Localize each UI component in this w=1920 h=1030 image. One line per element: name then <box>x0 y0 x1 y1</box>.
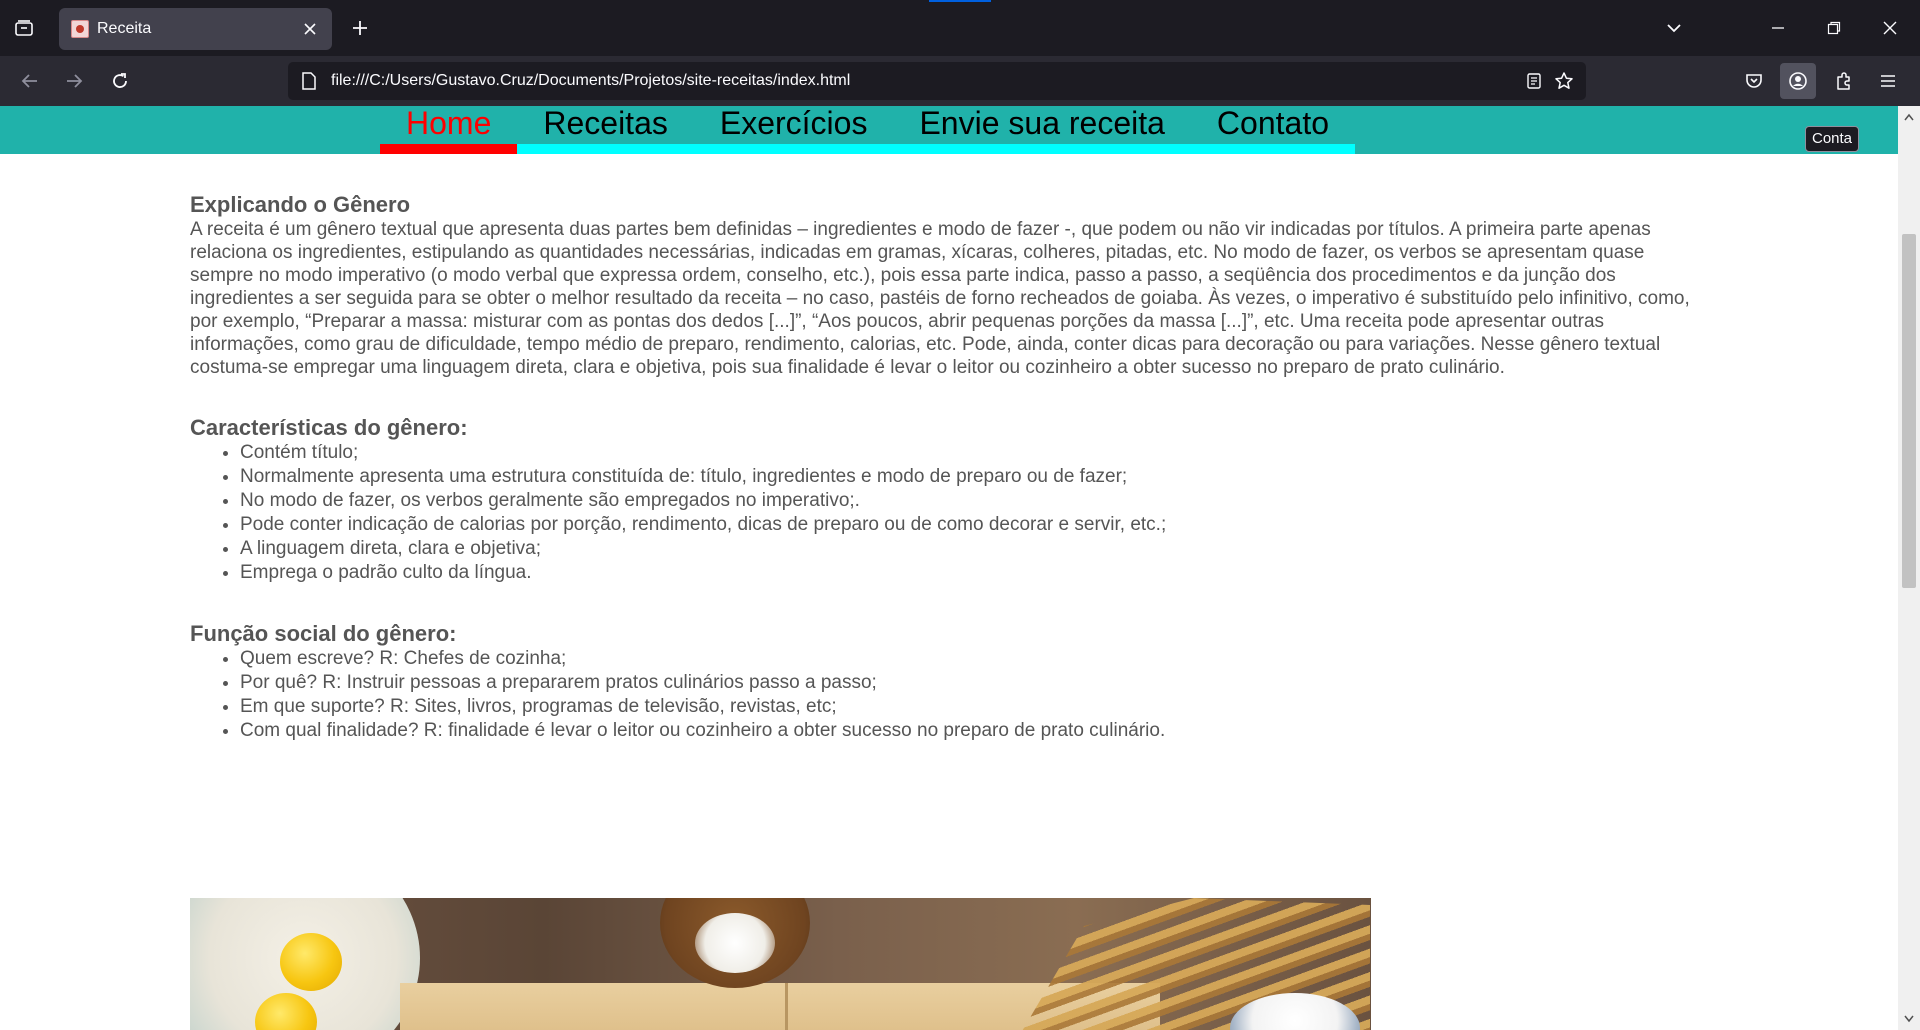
characteristics-list: Contém título; Normalmente apresenta uma… <box>240 441 1700 585</box>
recipe-hero-image <box>190 898 1371 1030</box>
reader-view-button[interactable] <box>1520 67 1548 95</box>
back-arrow-icon <box>21 74 37 88</box>
restore-icon <box>1827 21 1841 35</box>
nav-link-exercicios[interactable]: Exercícios <box>694 106 894 144</box>
list-item: Quem escreve? R: Chefes de cozinha; <box>240 647 1700 671</box>
menu-icon <box>1881 75 1895 87</box>
nav-link-contato[interactable]: Contato <box>1191 106 1355 144</box>
list-item: Por quê? R: Instruir pessoas a preparare… <box>240 671 1700 695</box>
salt-pile <box>695 913 775 973</box>
account-button[interactable] <box>1780 63 1816 99</box>
egg-yolk <box>280 933 342 991</box>
social-function-list: Quem escreve? R: Chefes de cozinha; Por … <box>240 647 1700 743</box>
forward-button[interactable] <box>56 63 92 99</box>
page-icon <box>300 72 318 90</box>
navigation-toolbar: file:///C:/Users/Gustavo.Cruz/Documents/… <box>0 56 1920 106</box>
scrollbar-thumb[interactable] <box>1902 234 1916 588</box>
favicon-icon <box>71 20 89 38</box>
tab-list-icon <box>14 18 34 38</box>
scroll-up-icon <box>1904 113 1914 121</box>
site-nav: Home Receitas Exercícios Envie sua recei… <box>380 106 1355 154</box>
chevron-down-icon <box>1667 24 1681 33</box>
social-function-title: Função social do gênero: <box>190 621 457 646</box>
list-item: Normalmente apresenta uma estrutura cons… <box>240 465 1700 489</box>
account-tooltip: Conta <box>1805 126 1860 152</box>
page-viewport: Home Receitas Exercícios Envie sua recei… <box>0 106 1898 1030</box>
list-item: Contém título; <box>240 441 1700 465</box>
plus-icon <box>353 21 367 35</box>
social-function-section: Função social do gênero: Quem escreve? R… <box>190 621 1700 743</box>
url-text[interactable]: file:///C:/Users/Gustavo.Cruz/Documents/… <box>331 72 850 90</box>
list-item: Emprega o padrão culto da língua. <box>240 561 1700 585</box>
characteristics-section: Características do gênero: Contém título… <box>190 415 1700 585</box>
extensions-button[interactable] <box>1826 63 1862 99</box>
loading-indicator <box>929 0 991 2</box>
scroll-down-button[interactable] <box>1898 1008 1920 1030</box>
new-tab-button[interactable] <box>344 12 376 44</box>
tab-close-button[interactable] <box>298 17 322 41</box>
tab-title: Receita <box>97 20 152 37</box>
account-icon <box>1789 72 1807 90</box>
nav-link-envie-receita[interactable]: Envie sua receita <box>893 106 1190 144</box>
reload-icon <box>113 73 127 88</box>
reload-button[interactable] <box>102 63 138 99</box>
site-header: Home Receitas Exercícios Envie sua recei… <box>0 106 1898 154</box>
restore-button[interactable] <box>1814 8 1854 48</box>
nav-link-receitas[interactable]: Receitas <box>517 106 694 144</box>
forward-arrow-icon <box>67 74 83 88</box>
list-all-tabs-button[interactable] <box>1654 8 1694 48</box>
dough-fold <box>785 983 788 1030</box>
pocket-button[interactable] <box>1736 63 1772 99</box>
bookmark-button[interactable] <box>1550 67 1578 95</box>
main-content: Explicando o Gênero A receita é um gêner… <box>190 192 1700 779</box>
back-button[interactable] <box>12 63 48 99</box>
characteristics-title: Características do gênero: <box>190 415 468 440</box>
browser-tab[interactable]: Receita <box>59 8 332 50</box>
scroll-up-button[interactable] <box>1898 106 1920 128</box>
reader-view-icon <box>1527 73 1541 89</box>
pocket-icon <box>1746 74 1762 88</box>
genre-section: Explicando o Gênero A receita é um gêner… <box>190 192 1700 379</box>
extensions-icon <box>1837 72 1850 90</box>
genre-text: A receita é um gênero textual que aprese… <box>190 219 1690 378</box>
genre-title: Explicando o Gênero <box>190 192 411 217</box>
list-item: Com qual finalidade? R: finalidade é lev… <box>240 719 1700 743</box>
minimize-button[interactable] <box>1758 8 1798 48</box>
minimize-icon <box>1772 27 1784 29</box>
window-close-icon <box>1883 21 1897 35</box>
list-item: No modo de fazer, os verbos geralmente s… <box>240 489 1700 513</box>
url-bar[interactable]: file:///C:/Users/Gustavo.Cruz/Documents/… <box>288 62 1586 100</box>
close-icon <box>304 23 316 35</box>
page-scrollbar[interactable] <box>1898 106 1920 1030</box>
window-close-button[interactable] <box>1870 8 1910 48</box>
list-item: A linguagem direta, clara e objetiva; <box>240 537 1700 561</box>
scroll-down-icon <box>1904 1015 1914 1023</box>
browser-tab-bar: Receita <box>0 0 1920 56</box>
star-icon <box>1555 72 1573 89</box>
tab-list-button[interactable] <box>8 12 40 44</box>
app-menu-button[interactable] <box>1870 63 1906 99</box>
list-item: Pode conter indicação de calorias por po… <box>240 513 1700 537</box>
nav-link-home[interactable]: Home <box>380 106 518 154</box>
list-item: Em que suporte? R: Sites, livros, progra… <box>240 695 1700 719</box>
